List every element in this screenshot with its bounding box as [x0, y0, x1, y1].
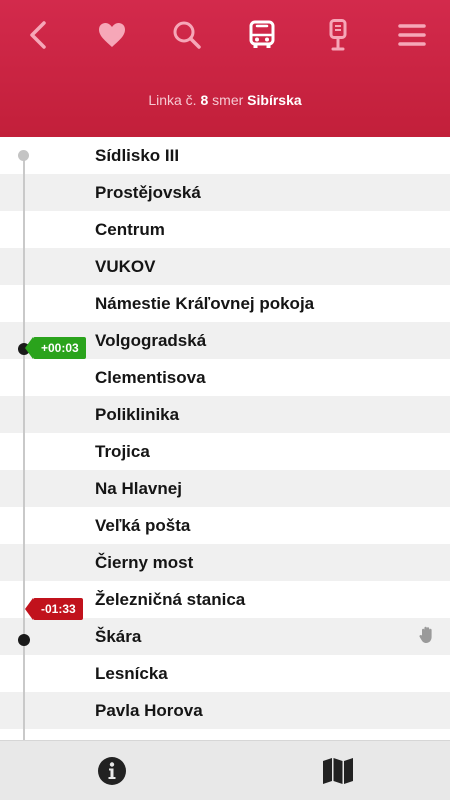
stop-row[interactable]: Lesnícka [0, 655, 450, 692]
route-timeline-line [23, 155, 25, 740]
bus-stop-button[interactable] [316, 13, 360, 57]
direction-word: smer [212, 92, 244, 108]
stop-row[interactable]: Škára [0, 618, 450, 655]
stop-row[interactable]: Sídlisko III [0, 137, 450, 174]
stop-row[interactable]: Clementisova [0, 359, 450, 396]
stop-name: Volgogradská [95, 331, 207, 350]
stop-name: Prostějovská [95, 183, 201, 202]
stop-name: Poliklinika [95, 405, 180, 424]
bus-icon [249, 20, 275, 48]
stop-row[interactable]: Trojica [0, 433, 450, 470]
stop-row[interactable]: Veľká pošta [0, 507, 450, 544]
route-destination: Sibírska [247, 92, 302, 108]
hand-stop-icon[interactable] [417, 625, 437, 645]
heart-icon [99, 23, 125, 47]
stop-row[interactable]: Pavla Horova [0, 692, 450, 729]
stop-row[interactable]: Čierny most [0, 544, 450, 581]
bottom-bar [0, 740, 450, 800]
stop-row[interactable]: Poliklinika [0, 396, 450, 433]
back-icon [30, 21, 46, 49]
stop-name: Námestie Kráľovnej pokoja [95, 294, 315, 313]
stop-name: Veľká pošta [95, 516, 191, 535]
menu-button[interactable] [390, 13, 434, 57]
stop-name: Pavla Horova [95, 701, 203, 720]
route-start-dot [18, 150, 29, 161]
search-icon [173, 21, 201, 49]
stop-row[interactable]: Prostějovská [0, 174, 450, 211]
stop-name: Na Hlavnej [95, 479, 182, 498]
stop-name: Trojica [95, 442, 150, 461]
stop-name: Centrum [95, 220, 165, 239]
stop-name: Škára [95, 627, 142, 646]
map-button[interactable] [322, 755, 354, 787]
stop-row[interactable]: Námestie Kráľovnej pokoja [0, 285, 450, 322]
stop-name: Sídlisko III [95, 146, 180, 165]
bus-stop-icon [329, 19, 347, 51]
stop-row[interactable]: Na Hlavnej [0, 470, 450, 507]
back-button[interactable] [16, 13, 60, 57]
stop-name: Čierny most [95, 553, 194, 572]
stop-list[interactable]: Sídlisko III Prostějovská Centrum VUKOV … [0, 137, 450, 740]
info-icon [98, 757, 126, 785]
vehicle-delay-badge[interactable]: -01:33 [25, 598, 83, 620]
stop-row[interactable]: Centrum [0, 211, 450, 248]
stop-name: Clementisova [95, 368, 206, 387]
stop-name: Lesnícka [95, 664, 168, 683]
line-number: 8 [200, 92, 209, 108]
menu-icon [398, 24, 426, 46]
vehicle-delay-badge[interactable]: +00:03 [25, 337, 86, 359]
stop-name: Železničná stanica [95, 590, 246, 609]
vehicle-marker[interactable] [18, 634, 30, 646]
favorites-button[interactable] [90, 13, 134, 57]
map-icon [323, 758, 353, 784]
info-button[interactable] [96, 755, 128, 787]
header-bar: Linka č. 8 smer Sibírska [0, 0, 450, 137]
stop-row[interactable]: VUKOV [0, 248, 450, 285]
search-button[interactable] [165, 13, 209, 57]
stop-name: VUKOV [95, 257, 156, 276]
route-prefix: Linka č. [148, 92, 197, 108]
route-subtitle: Linka č. 8 smer Sibírska [0, 92, 450, 108]
bus-button[interactable] [240, 13, 284, 57]
toolbar [0, 0, 450, 70]
